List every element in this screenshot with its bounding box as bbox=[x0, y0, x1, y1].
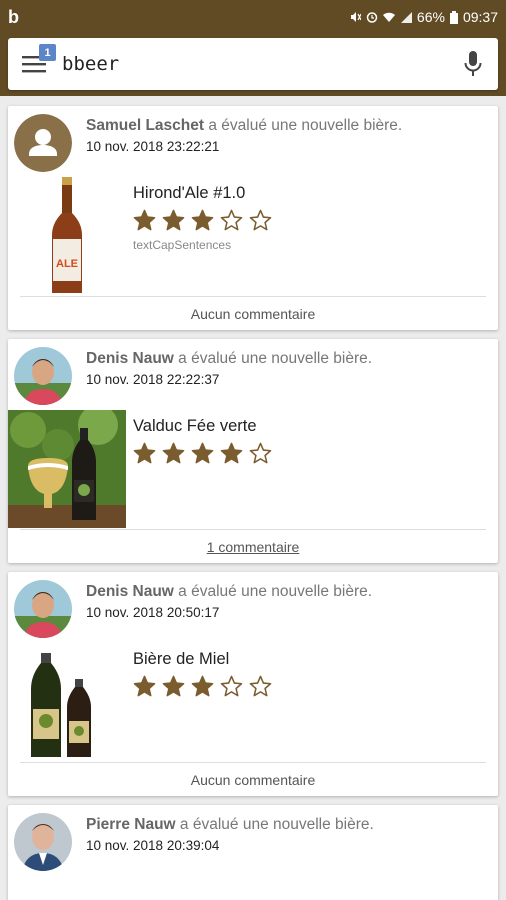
comments-link[interactable]: Aucun commentaire bbox=[20, 762, 486, 796]
beer-body: Valduc Fée verte bbox=[8, 409, 498, 529]
comments-link[interactable]: 1 commentaire bbox=[20, 529, 486, 563]
battery-icon bbox=[449, 10, 458, 24]
hint-text: textCapSentences bbox=[133, 238, 232, 252]
search-bar: 1 bbox=[8, 38, 498, 90]
avatar[interactable] bbox=[14, 114, 72, 172]
mute-icon bbox=[350, 12, 361, 22]
activity-action: a évalué une nouvelle bière. bbox=[204, 117, 403, 134]
rating-stars bbox=[133, 209, 272, 232]
user-name[interactable]: Samuel Laschet bbox=[86, 117, 204, 134]
star-empty-icon bbox=[220, 209, 243, 231]
activity-date: 10 nov. 2018 23:22:21 bbox=[86, 139, 220, 154]
avatar[interactable] bbox=[14, 580, 72, 638]
activity-feed: Samuel Laschet a évalué une nouvelle biè… bbox=[0, 96, 506, 900]
app-notification-icon: b bbox=[8, 6, 19, 27]
beer-info: Bière de Miel bbox=[126, 642, 272, 762]
wifi-icon bbox=[382, 12, 395, 22]
svg-text:ALE: ALE bbox=[56, 258, 78, 270]
star-filled-icon bbox=[220, 442, 243, 464]
activity-line: Denis Nauw a évalué une nouvelle bière. bbox=[86, 350, 372, 368]
status-bar: b 66% 09:37 bbox=[0, 0, 506, 34]
star-filled-icon bbox=[133, 442, 156, 464]
voice-search-button[interactable] bbox=[458, 47, 488, 81]
card-header-text: Pierre Nauw a évalué une nouvelle bière.… bbox=[86, 813, 374, 875]
card-header-text: Denis Nauw a évalué une nouvelle bière. … bbox=[86, 347, 372, 409]
menu-button[interactable]: 1 bbox=[18, 44, 56, 80]
microphone-icon bbox=[464, 51, 482, 76]
user-name[interactable]: Denis Nauw bbox=[86, 350, 174, 367]
notification-badge: 1 bbox=[39, 44, 56, 61]
card-header-text: Samuel Laschet a évalué une nouvelle biè… bbox=[86, 114, 402, 176]
star-filled-icon bbox=[191, 209, 214, 231]
avatar[interactable] bbox=[14, 813, 72, 871]
card-header: Samuel Laschet a évalué une nouvelle biè… bbox=[8, 106, 498, 176]
beer-bottle-image: ALE bbox=[52, 177, 82, 293]
default-user-icon bbox=[14, 114, 72, 172]
beer-bottles-image bbox=[31, 653, 91, 757]
star-filled-icon bbox=[162, 675, 185, 697]
app-toolbar: 1 bbox=[0, 34, 506, 96]
beer-info: Hirond'Ale #1.0 textCapSentences bbox=[126, 176, 272, 296]
clock: 09:37 bbox=[462, 9, 498, 25]
user-photo bbox=[14, 580, 72, 638]
star-filled-icon bbox=[162, 442, 185, 464]
card-header-text: Denis Nauw a évalué une nouvelle bière. … bbox=[86, 580, 372, 642]
user-photo bbox=[14, 347, 72, 405]
star-filled-icon bbox=[191, 442, 214, 464]
rating-stars bbox=[133, 675, 272, 698]
beer-image[interactable]: ALE bbox=[8, 176, 126, 296]
activity-action: a évalué une nouvelle bière. bbox=[175, 816, 374, 833]
activity-line: Pierre Nauw a évalué une nouvelle bière. bbox=[86, 816, 374, 834]
beer-body: Bière de Miel bbox=[8, 642, 498, 762]
star-filled-icon bbox=[191, 675, 214, 697]
star-empty-icon bbox=[249, 442, 272, 464]
card-header: Denis Nauw a évalué une nouvelle bière. … bbox=[8, 572, 498, 642]
card-header: Denis Nauw a évalué une nouvelle bière. … bbox=[8, 339, 498, 409]
beer-image[interactable] bbox=[8, 409, 126, 529]
star-filled-icon bbox=[133, 675, 156, 697]
star-filled-icon bbox=[162, 209, 185, 231]
user-photo bbox=[14, 813, 72, 871]
alarm-icon bbox=[366, 12, 378, 23]
beer-glass-photo bbox=[8, 410, 126, 528]
card-header: Pierre Nauw a évalué une nouvelle bière.… bbox=[8, 805, 498, 875]
battery-percentage: 66% bbox=[416, 9, 445, 25]
star-filled-icon bbox=[133, 209, 156, 231]
activity-action: a évalué une nouvelle bière. bbox=[173, 583, 373, 600]
comments-link[interactable]: Aucun commentaire bbox=[20, 296, 486, 330]
activity-date: 10 nov. 2018 22:22:37 bbox=[86, 372, 220, 387]
rating-stars bbox=[133, 442, 272, 465]
beer-image[interactable] bbox=[8, 642, 126, 762]
beer-name[interactable]: Bière de Miel bbox=[133, 650, 272, 669]
user-name[interactable]: Pierre Nauw bbox=[86, 816, 176, 833]
feed-card[interactable]: Denis Nauw a évalué une nouvelle bière. … bbox=[8, 339, 498, 563]
activity-line: Samuel Laschet a évalué une nouvelle biè… bbox=[86, 117, 402, 135]
activity-action: a évalué une nouvelle bière. bbox=[173, 350, 373, 367]
beer-name[interactable]: Valduc Fée verte bbox=[133, 417, 272, 436]
search-input[interactable] bbox=[62, 53, 458, 75]
feed-card[interactable]: Denis Nauw a évalué une nouvelle bière. … bbox=[8, 572, 498, 796]
beer-body: ALE Hirond'Ale #1.0 textCapSentences bbox=[8, 176, 498, 296]
user-name[interactable]: Denis Nauw bbox=[86, 583, 174, 600]
beer-info: Valduc Fée verte bbox=[126, 409, 272, 529]
beer-name[interactable]: Hirond'Ale #1.0 bbox=[133, 184, 272, 203]
feed-card[interactable]: Pierre Nauw a évalué une nouvelle bière.… bbox=[8, 805, 498, 900]
star-empty-icon bbox=[249, 209, 272, 231]
activity-date: 10 nov. 2018 20:50:17 bbox=[86, 605, 220, 620]
signal-icon bbox=[400, 12, 412, 23]
star-empty-icon bbox=[249, 675, 272, 697]
activity-date: 10 nov. 2018 20:39:04 bbox=[86, 838, 220, 853]
feed-card[interactable]: Samuel Laschet a évalué une nouvelle biè… bbox=[8, 106, 498, 330]
avatar[interactable] bbox=[14, 347, 72, 405]
status-icons: 66% 09:37 bbox=[349, 9, 498, 25]
activity-line: Denis Nauw a évalué une nouvelle bière. bbox=[86, 583, 372, 601]
star-empty-icon bbox=[220, 675, 243, 697]
